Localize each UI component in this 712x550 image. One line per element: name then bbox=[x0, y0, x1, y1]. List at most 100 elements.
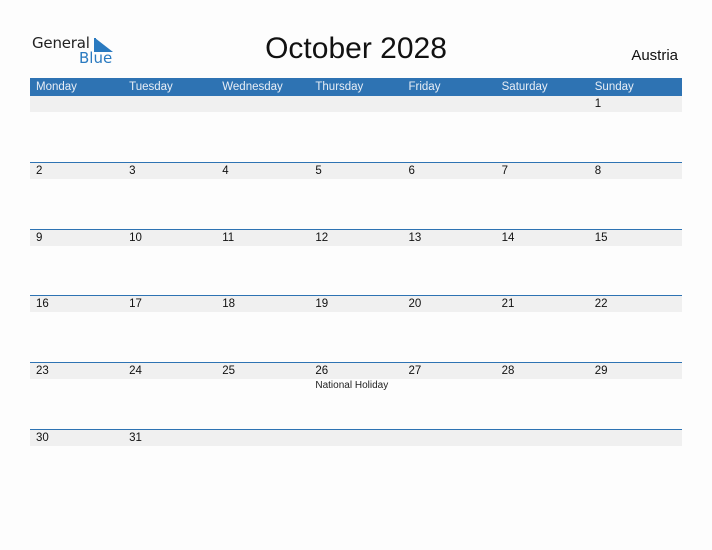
day-cell: 13 bbox=[403, 230, 496, 297]
day-cell bbox=[123, 96, 216, 163]
day-cell: 5 bbox=[309, 163, 402, 230]
day-cell: 22 bbox=[589, 296, 682, 363]
day-number: 16 bbox=[36, 298, 49, 310]
day-number: 15 bbox=[594, 232, 608, 244]
day-cell: 6 bbox=[403, 163, 496, 230]
weekday-thursday: Thursday bbox=[315, 81, 364, 93]
day-number: 14 bbox=[501, 232, 515, 244]
day-cell: 31 bbox=[123, 430, 216, 497]
day-number: 10 bbox=[129, 232, 142, 244]
day-number bbox=[502, 430, 589, 446]
day-number bbox=[222, 430, 309, 446]
week-row: 30 31 bbox=[30, 429, 682, 497]
day-cell: 29 bbox=[589, 363, 682, 430]
day-cell: 9 bbox=[30, 230, 123, 297]
day-number: 24 bbox=[129, 365, 142, 377]
holiday-label: National Holiday bbox=[315, 380, 389, 391]
day-cell: 2 bbox=[30, 163, 123, 230]
day-number bbox=[129, 96, 216, 112]
day-cell bbox=[496, 430, 589, 497]
day-number: 28 bbox=[501, 365, 515, 377]
day-cell: 26 National Holiday bbox=[309, 363, 402, 430]
day-cell bbox=[216, 96, 309, 163]
day-number: 27 bbox=[408, 365, 422, 377]
weekday-wednesday: Wednesday bbox=[222, 81, 283, 93]
day-number bbox=[222, 96, 309, 112]
day-cell: 7 bbox=[496, 163, 589, 230]
day-number: 12 bbox=[315, 232, 329, 244]
day-cell: 11 bbox=[216, 230, 309, 297]
day-cell: 8 bbox=[589, 163, 682, 230]
day-cell: 30 bbox=[30, 430, 123, 497]
day-cell: 16 bbox=[30, 296, 123, 363]
day-number: 6 bbox=[408, 165, 415, 177]
day-number: 25 bbox=[222, 365, 236, 377]
day-number: 1 bbox=[594, 98, 602, 110]
day-number: 19 bbox=[315, 298, 329, 310]
day-number: 18 bbox=[222, 298, 236, 310]
day-number: 26 bbox=[315, 365, 329, 377]
day-cell: 23 bbox=[30, 363, 123, 430]
day-cell bbox=[403, 96, 496, 163]
day-number bbox=[36, 96, 123, 112]
day-number: 20 bbox=[408, 298, 422, 310]
day-cell: 12 bbox=[309, 230, 402, 297]
day-cell: 14 bbox=[496, 230, 589, 297]
day-number: 9 bbox=[36, 232, 43, 244]
country-label: Austria bbox=[631, 47, 678, 64]
day-number: 29 bbox=[594, 365, 608, 377]
day-number bbox=[502, 96, 589, 112]
day-cell: 3 bbox=[123, 163, 216, 230]
day-number: 31 bbox=[129, 432, 142, 444]
day-cell bbox=[216, 430, 309, 497]
calendar-title: October 2028 bbox=[265, 32, 447, 65]
day-number bbox=[315, 430, 402, 446]
day-number: 8 bbox=[594, 165, 602, 177]
day-cell: 24 bbox=[123, 363, 216, 430]
day-cell bbox=[589, 430, 682, 497]
day-number: 3 bbox=[129, 165, 136, 177]
day-number: 23 bbox=[36, 365, 49, 377]
day-cell bbox=[309, 96, 402, 163]
day-number bbox=[595, 430, 682, 446]
day-cell: 17 bbox=[123, 296, 216, 363]
day-number bbox=[409, 430, 496, 446]
weekday-header: Monday Tuesday Wednesday Thursday Friday… bbox=[30, 78, 682, 96]
day-number: 17 bbox=[129, 298, 142, 310]
day-number: 22 bbox=[594, 298, 608, 310]
day-cell: 19 bbox=[309, 296, 402, 363]
day-number: 21 bbox=[501, 298, 515, 310]
day-cell bbox=[403, 430, 496, 497]
day-cell: 15 bbox=[589, 230, 682, 297]
day-cell: 21 bbox=[496, 296, 589, 363]
day-number: 2 bbox=[36, 165, 43, 177]
week-row: 23 24 25 26 National Holiday 27 28 29 bbox=[30, 362, 682, 430]
day-cell: 1 bbox=[589, 96, 682, 163]
day-number: 30 bbox=[36, 432, 49, 444]
weekday-tuesday: Tuesday bbox=[129, 81, 173, 93]
day-number bbox=[315, 96, 402, 112]
day-number: 7 bbox=[501, 165, 509, 177]
week-row: 16 17 18 19 20 21 22 bbox=[30, 295, 682, 363]
day-number bbox=[409, 96, 496, 112]
day-cell: 18 bbox=[216, 296, 309, 363]
day-cell bbox=[30, 96, 123, 163]
weekday-sunday: Sunday bbox=[594, 81, 634, 93]
day-cell: 28 bbox=[496, 363, 589, 430]
week-row: 9 10 11 12 13 14 15 bbox=[30, 229, 682, 297]
weekday-saturday: Saturday bbox=[501, 81, 548, 93]
day-cell: 25 bbox=[216, 363, 309, 430]
day-cell: 20 bbox=[403, 296, 496, 363]
day-cell: 10 bbox=[123, 230, 216, 297]
day-cell bbox=[309, 430, 402, 497]
day-number: 4 bbox=[222, 165, 229, 177]
day-cell: 4 bbox=[216, 163, 309, 230]
day-number: 11 bbox=[222, 232, 235, 244]
week-row: 2 3 4 5 6 7 8 bbox=[30, 162, 682, 230]
weekday-monday: Monday bbox=[36, 81, 77, 93]
day-cell: 27 bbox=[403, 363, 496, 430]
week-row: 1 bbox=[30, 96, 682, 163]
day-number: 13 bbox=[408, 232, 422, 244]
weekday-friday: Friday bbox=[408, 81, 441, 93]
day-cell bbox=[496, 96, 589, 163]
